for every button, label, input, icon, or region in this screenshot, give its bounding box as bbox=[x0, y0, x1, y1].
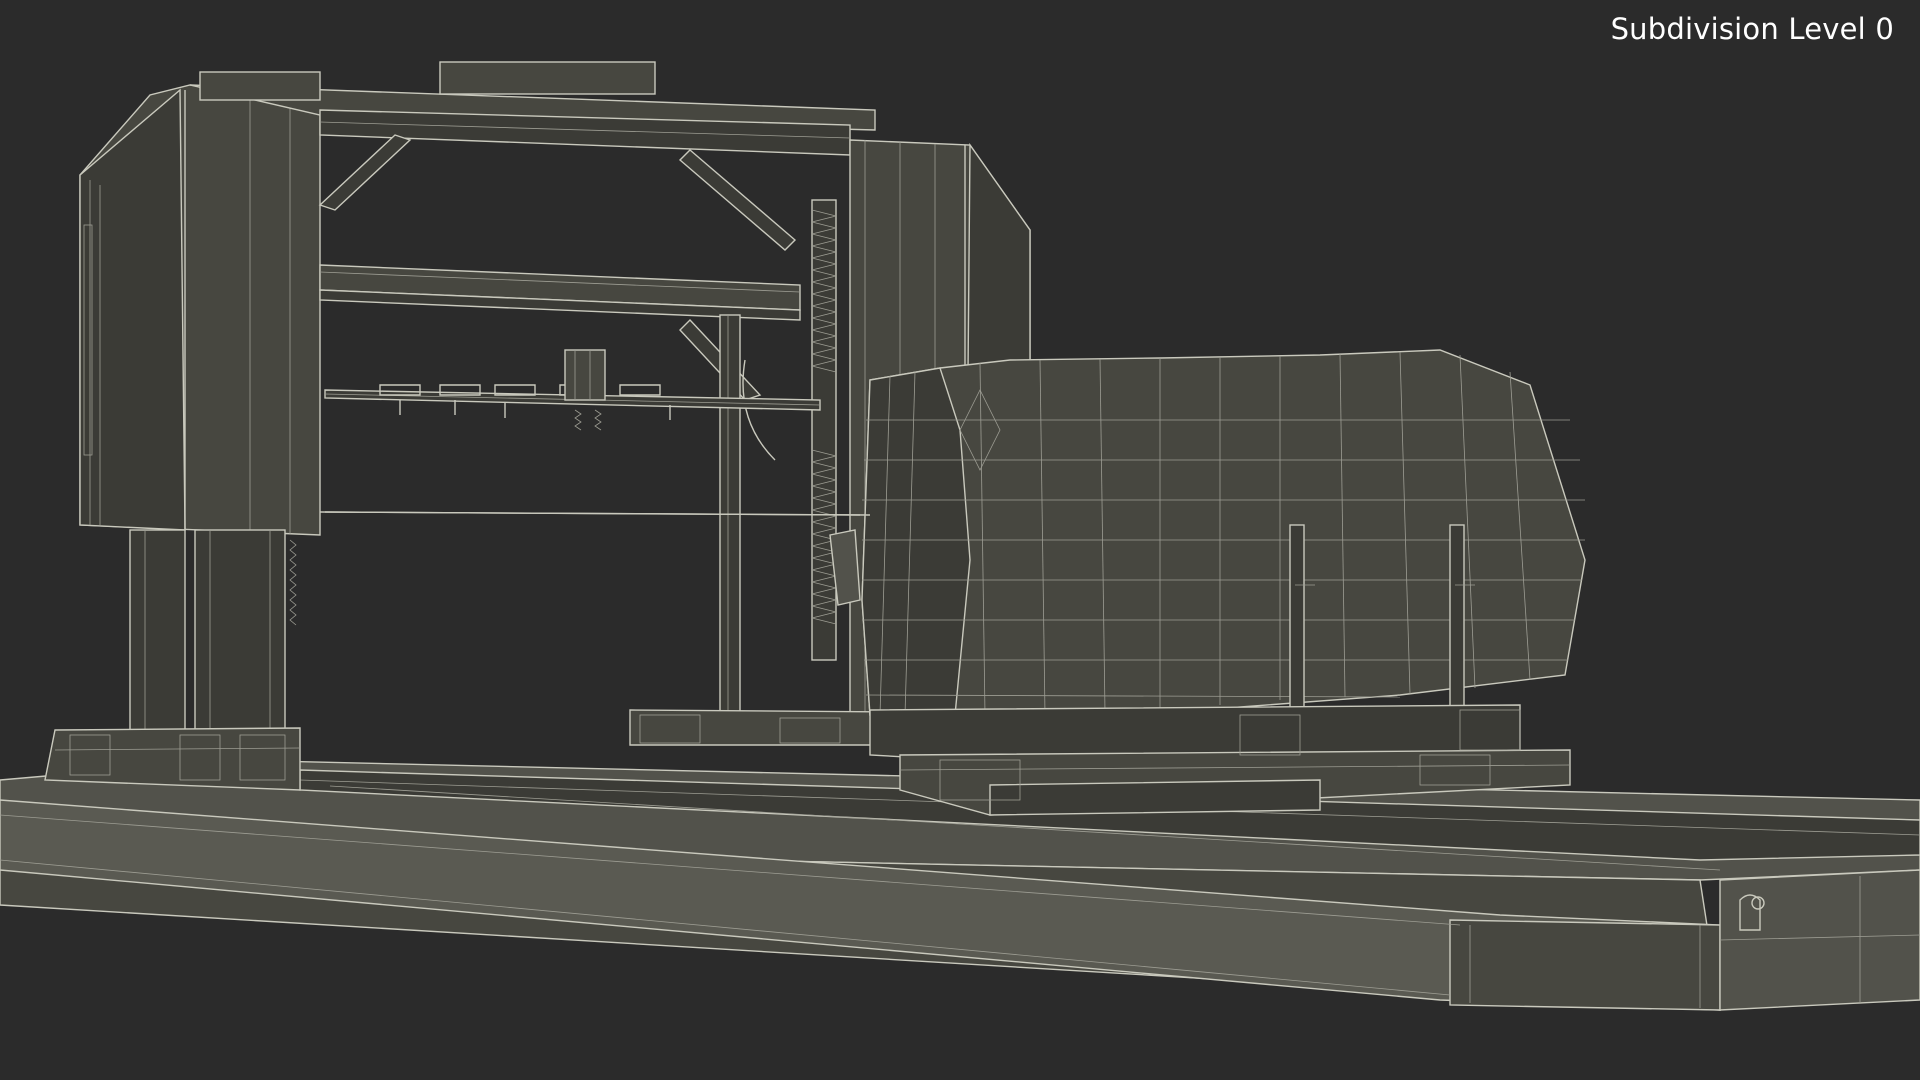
middle-cross-beam bbox=[319, 264, 801, 736]
saw-blade bbox=[319, 511, 871, 516]
saw-head-carriage bbox=[324, 349, 861, 516]
wireframe-render bbox=[0, 61, 1920, 1011]
log-workpiece bbox=[861, 349, 1586, 716]
3d-viewport[interactable]: Subdivision Level 0 bbox=[0, 0, 1920, 1080]
subdivision-level-label: Subdivision Level 0 bbox=[1610, 12, 1894, 46]
left-gantry-column bbox=[44, 84, 321, 791]
